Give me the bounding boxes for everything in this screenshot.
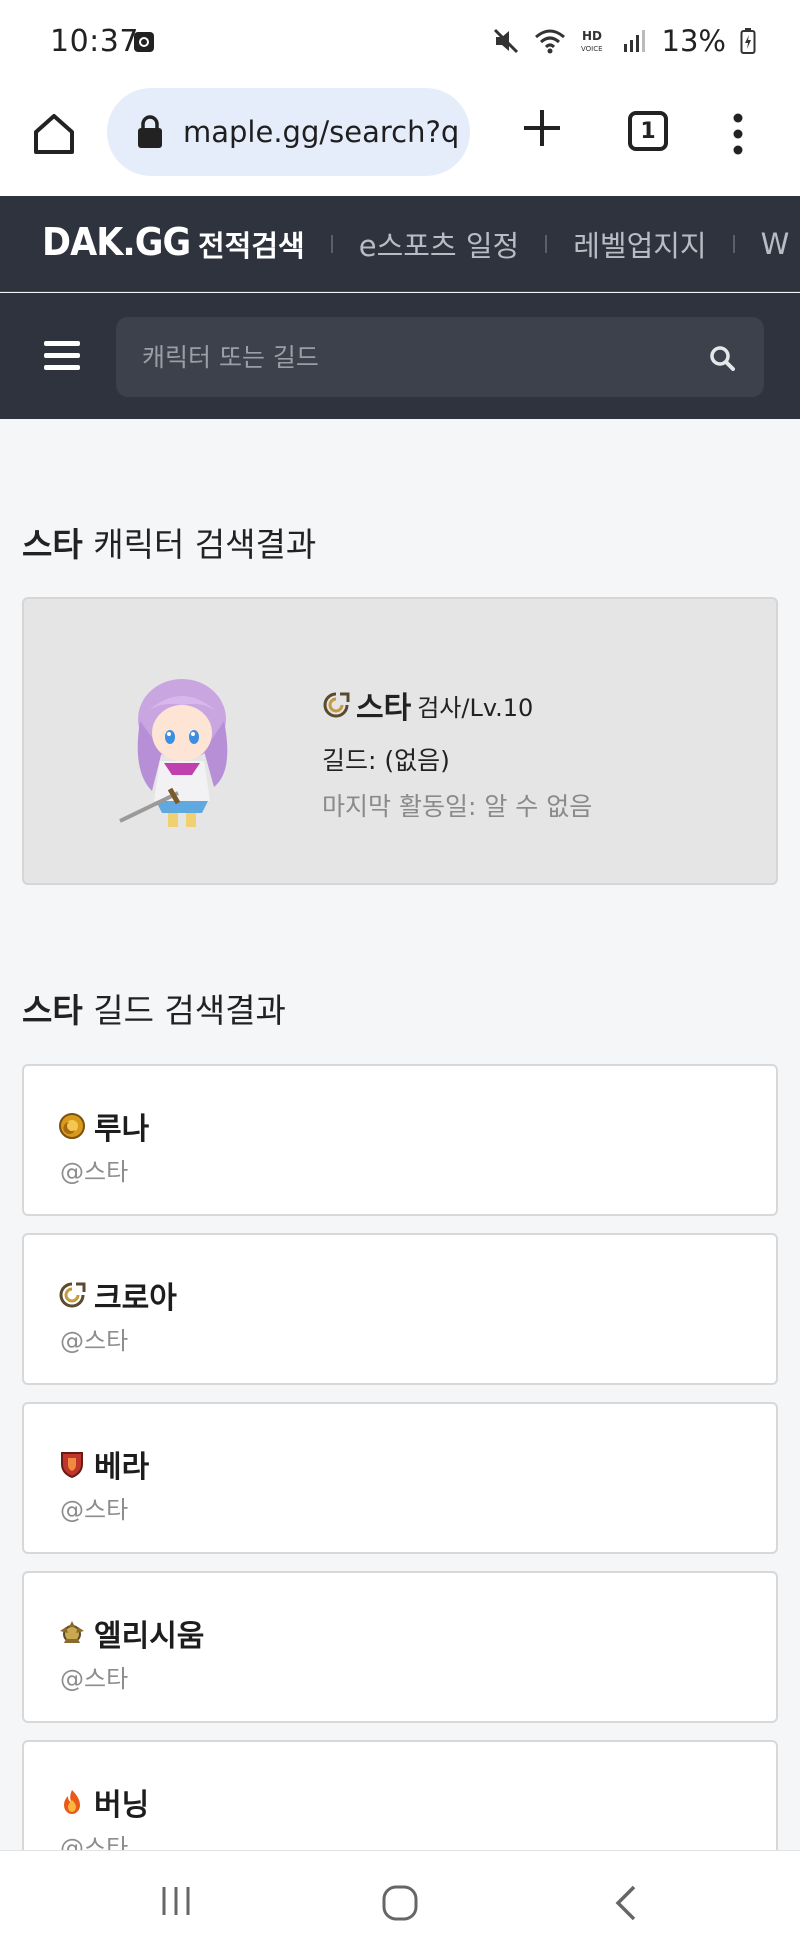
url-text: maple.gg/search?q: [183, 115, 460, 149]
home-nav-icon[interactable]: [380, 1883, 420, 1923]
guild-results-title: 스타 길드 검색결과: [22, 984, 286, 1032]
signal-icon: [623, 30, 645, 52]
guild-world-name: 베라: [94, 1450, 150, 1485]
character-job-level: 검사/Lv.10: [417, 693, 534, 722]
character-avatar: [119, 679, 228, 827]
home-icon[interactable]: [30, 110, 78, 158]
character-last-active: 마지막 활동일: 알 수 없음: [322, 792, 593, 821]
nav-divider: [545, 235, 548, 253]
address-bar[interactable]: maple.gg/search?q: [107, 88, 470, 176]
search-bar: [0, 293, 800, 419]
guild-name: @스타: [60, 1158, 129, 1186]
search-input[interactable]: [116, 317, 764, 397]
recent-apps-icon[interactable]: [158, 1883, 194, 1919]
nav-item-more[interactable]: W: [761, 227, 790, 261]
query-text: 스타: [22, 525, 83, 564]
battery-icon: [740, 28, 756, 54]
character-name[interactable]: 스타: [356, 683, 411, 727]
guild-card[interactable]: 루나 @스타: [22, 1064, 778, 1216]
guild-card[interactable]: 베라 @스타: [22, 1402, 778, 1554]
character-card[interactable]: 스타 검사/Lv.10 길드: (없음) 마지막 활동일: 알 수 없음: [22, 597, 778, 885]
tab-switcher-button[interactable]: 1: [628, 111, 668, 151]
guild-name: @스타: [60, 1665, 129, 1693]
tab-count: 1: [640, 118, 656, 144]
guild-world-name: 엘리시움: [94, 1619, 205, 1654]
alarm-icon: [134, 32, 154, 52]
system-nav-bar: [0, 1850, 800, 1956]
site-logo[interactable]: DAK.GG: [42, 220, 191, 264]
hamburger-menu-icon[interactable]: [44, 341, 80, 371]
status-bar: 10:37 HD VOICE 13%: [0, 0, 800, 86]
nav-item-levelup[interactable]: 레벨업지지: [573, 223, 706, 265]
guild-name: @스타: [60, 1327, 129, 1355]
mute-icon: [493, 28, 518, 54]
nav-divider: [732, 235, 735, 253]
title-suffix: 길드 검색결과: [82, 991, 286, 1030]
nav-divider: [330, 235, 333, 253]
hd-voice-icon: HD VOICE: [581, 29, 603, 53]
elysium-world-icon: [60, 1621, 84, 1643]
guild-world-name: 루나: [94, 1112, 150, 1147]
more-menu-icon[interactable]: [730, 110, 746, 158]
battery-percent: 13%: [661, 24, 726, 58]
guild-world-name: 크로아: [94, 1281, 177, 1316]
svg-text:VOICE: VOICE: [581, 45, 603, 53]
query-text: 스타: [22, 991, 83, 1030]
luna-world-icon: [59, 1113, 85, 1139]
lock-icon: [138, 115, 162, 148]
browser-toolbar: maple.gg/search?q 1: [0, 86, 800, 196]
site-nav: DAK.GG 전적검색 e스포츠 일정 레벨업지지 W: [0, 196, 800, 292]
guild-card[interactable]: 엘리시움 @스타: [22, 1571, 778, 1723]
status-time: 10:37: [50, 24, 139, 59]
burning-world-icon: [64, 1790, 80, 1814]
croa-world-icon: [59, 1282, 86, 1308]
svg-text:HD: HD: [582, 29, 602, 43]
status-icons: HD VOICE 13%: [492, 24, 756, 58]
title-suffix: 캐릭터 검색결과: [82, 525, 317, 564]
nav-item-esports[interactable]: e스포츠 일정: [359, 223, 519, 265]
search-icon[interactable]: [709, 345, 735, 371]
new-tab-icon[interactable]: [520, 106, 564, 150]
nav-item-search[interactable]: 전적검색: [198, 223, 305, 265]
guild-world-name: 버닝: [94, 1788, 150, 1823]
character-guild: 길드: (없음): [322, 746, 450, 775]
wifi-icon: [534, 29, 565, 54]
bera-world-icon: [61, 1452, 83, 1478]
croa-world-icon: [323, 692, 350, 718]
guild-card[interactable]: 크로아 @스타: [22, 1233, 778, 1385]
nav-menu: 전적검색 e스포츠 일정 레벨업지지 W: [198, 196, 790, 291]
character-info: 스타 검사/Lv.10 길드: (없음) 마지막 활동일: 알 수 없음: [322, 683, 592, 823]
back-icon[interactable]: [610, 1883, 640, 1923]
character-results-title: 스타 캐릭터 검색결과: [22, 518, 316, 566]
guild-name: @스타: [60, 1496, 129, 1524]
